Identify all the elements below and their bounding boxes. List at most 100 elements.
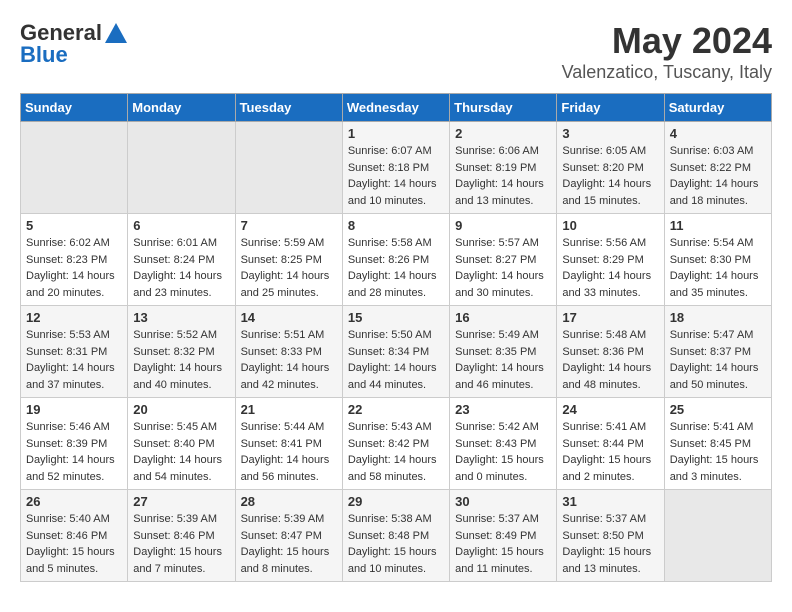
calendar-week-row: 26 Sunrise: 5:40 AM Sunset: 8:46 PM Dayli… — [21, 490, 772, 582]
day-of-week-header: Tuesday — [235, 94, 342, 122]
day-number: 24 — [562, 402, 658, 417]
day-info: Sunrise: 6:01 AM Sunset: 8:24 PM Dayligh… — [133, 235, 229, 301]
day-of-week-header: Saturday — [664, 94, 771, 122]
day-number: 7 — [241, 218, 337, 233]
calendar-cell: 13Sunrise: 5:52 AM Sunset: 8:32 PM Dayli… — [128, 306, 235, 398]
day-number: 22 — [348, 402, 444, 417]
day-info: Sunrise: 5:44 AM Sunset: 8:41 PM Dayligh… — [241, 419, 337, 485]
calendar-cell: 8 Sunrise: 5:58 AM Sunset: 8:26 PM Daylig… — [342, 214, 449, 306]
day-number: 2 — [455, 126, 551, 141]
calendar-cell: 25Sunrise: 5:41 AM Sunset: 8:45 PM Dayli… — [664, 398, 771, 490]
day-info: Sunrise: 5:41 AM Sunset: 8:44 PM Dayligh… — [562, 419, 658, 485]
calendar-header-row: SundayMondayTuesdayWednesdayThursdayFrid… — [21, 94, 772, 122]
day-info: Sunrise: 5:50 AM Sunset: 8:34 PM Dayligh… — [348, 327, 444, 393]
calendar-cell: 14 Sunrise: 5:51 AM Sunset: 8:33 PM Dayli… — [235, 306, 342, 398]
day-number: 31 — [562, 494, 658, 509]
calendar-cell: 30Sunrise: 5:37 AM Sunset: 8:49 PM Dayli… — [450, 490, 557, 582]
day-info: Sunrise: 5:41 AM Sunset: 8:45 PM Dayligh… — [670, 419, 766, 485]
day-number: 18 — [670, 310, 766, 325]
calendar-week-row: 5Sunrise: 6:02 AM Sunset: 8:23 PM Daylig… — [21, 214, 772, 306]
day-number: 14 — [241, 310, 337, 325]
calendar-cell: 12 Sunrise: 5:53 AM Sunset: 8:31 PM Dayli… — [21, 306, 128, 398]
calendar-cell: 20Sunrise: 5:45 AM Sunset: 8:40 PM Dayli… — [128, 398, 235, 490]
calendar-cell: 28 Sunrise: 5:39 AM Sunset: 8:47 PM Dayli… — [235, 490, 342, 582]
day-of-week-header: Wednesday — [342, 94, 449, 122]
calendar-week-row: 1 Sunrise: 6:07 AM Sunset: 8:18 PM Daylig… — [21, 122, 772, 214]
calendar-cell: 17 Sunrise: 5:48 AM Sunset: 8:36 PM Dayli… — [557, 306, 664, 398]
day-number: 17 — [562, 310, 658, 325]
calendar-cell — [664, 490, 771, 582]
day-info: Sunrise: 5:59 AM Sunset: 8:25 PM Dayligh… — [241, 235, 337, 301]
month-year-title: May 2024 — [562, 20, 772, 62]
calendar-cell — [235, 122, 342, 214]
calendar-cell: 19 Sunrise: 5:46 AM Sunset: 8:39 PM Dayli… — [21, 398, 128, 490]
calendar-cell: 5Sunrise: 6:02 AM Sunset: 8:23 PM Daylig… — [21, 214, 128, 306]
day-info: Sunrise: 5:58 AM Sunset: 8:26 PM Dayligh… — [348, 235, 444, 301]
day-info: Sunrise: 5:49 AM Sunset: 8:35 PM Dayligh… — [455, 327, 551, 393]
day-number: 15 — [348, 310, 444, 325]
day-info: Sunrise: 5:43 AM Sunset: 8:42 PM Dayligh… — [348, 419, 444, 485]
day-of-week-header: Monday — [128, 94, 235, 122]
day-info: Sunrise: 5:46 AM Sunset: 8:39 PM Dayligh… — [26, 419, 122, 485]
calendar-cell: 6 Sunrise: 6:01 AM Sunset: 8:24 PM Daylig… — [128, 214, 235, 306]
calendar-week-row: 19 Sunrise: 5:46 AM Sunset: 8:39 PM Dayli… — [21, 398, 772, 490]
day-number: 26 — [26, 494, 122, 509]
day-of-week-header: Friday — [557, 94, 664, 122]
day-number: 10 — [562, 218, 658, 233]
day-number: 4 — [670, 126, 766, 141]
calendar-cell: 7 Sunrise: 5:59 AM Sunset: 8:25 PM Daylig… — [235, 214, 342, 306]
logo-icon — [105, 23, 127, 43]
day-number: 11 — [670, 218, 766, 233]
day-number: 1 — [348, 126, 444, 141]
calendar-cell: 2 Sunrise: 6:06 AM Sunset: 8:19 PM Daylig… — [450, 122, 557, 214]
calendar-cell — [128, 122, 235, 214]
logo: General Blue — [20, 20, 127, 68]
day-number: 19 — [26, 402, 122, 417]
calendar-cell: 23Sunrise: 5:42 AM Sunset: 8:43 PM Dayli… — [450, 398, 557, 490]
day-number: 12 — [26, 310, 122, 325]
day-info: Sunrise: 5:37 AM Sunset: 8:49 PM Dayligh… — [455, 511, 551, 577]
calendar-cell: 4Sunrise: 6:03 AM Sunset: 8:22 PM Daylig… — [664, 122, 771, 214]
day-number: 21 — [241, 402, 337, 417]
day-number: 29 — [348, 494, 444, 509]
day-number: 28 — [241, 494, 337, 509]
day-info: Sunrise: 5:39 AM Sunset: 8:47 PM Dayligh… — [241, 511, 337, 577]
day-number: 16 — [455, 310, 551, 325]
day-info: Sunrise: 5:48 AM Sunset: 8:36 PM Dayligh… — [562, 327, 658, 393]
calendar-cell: 29 Sunrise: 5:38 AM Sunset: 8:48 PM Dayli… — [342, 490, 449, 582]
page-header: General Blue May 2024 Valenzatico, Tusca… — [20, 20, 772, 83]
calendar-cell: 10 Sunrise: 5:56 AM Sunset: 8:29 PM Dayli… — [557, 214, 664, 306]
day-info: Sunrise: 6:06 AM Sunset: 8:19 PM Dayligh… — [455, 143, 551, 209]
calendar-cell: 9Sunrise: 5:57 AM Sunset: 8:27 PM Daylig… — [450, 214, 557, 306]
day-info: Sunrise: 5:38 AM Sunset: 8:48 PM Dayligh… — [348, 511, 444, 577]
calendar-cell: 27 Sunrise: 5:39 AM Sunset: 8:46 PM Dayli… — [128, 490, 235, 582]
day-info: Sunrise: 5:53 AM Sunset: 8:31 PM Dayligh… — [26, 327, 122, 393]
calendar-cell: 22 Sunrise: 5:43 AM Sunset: 8:42 PM Dayli… — [342, 398, 449, 490]
day-info: Sunrise: 5:57 AM Sunset: 8:27 PM Dayligh… — [455, 235, 551, 301]
calendar-cell: 21 Sunrise: 5:44 AM Sunset: 8:41 PM Dayli… — [235, 398, 342, 490]
day-of-week-header: Sunday — [21, 94, 128, 122]
day-number: 6 — [133, 218, 229, 233]
day-info: Sunrise: 5:42 AM Sunset: 8:43 PM Dayligh… — [455, 419, 551, 485]
day-info: Sunrise: 5:37 AM Sunset: 8:50 PM Dayligh… — [562, 511, 658, 577]
calendar-cell: 15 Sunrise: 5:50 AM Sunset: 8:34 PM Dayli… — [342, 306, 449, 398]
day-info: Sunrise: 5:51 AM Sunset: 8:33 PM Dayligh… — [241, 327, 337, 393]
calendar-table: SundayMondayTuesdayWednesdayThursdayFrid… — [20, 93, 772, 582]
day-number: 8 — [348, 218, 444, 233]
calendar-cell: 3Sunrise: 6:05 AM Sunset: 8:20 PM Daylig… — [557, 122, 664, 214]
title-block: May 2024 Valenzatico, Tuscany, Italy — [562, 20, 772, 83]
day-info: Sunrise: 5:56 AM Sunset: 8:29 PM Dayligh… — [562, 235, 658, 301]
calendar-cell: 24 Sunrise: 5:41 AM Sunset: 8:44 PM Dayli… — [557, 398, 664, 490]
location-subtitle: Valenzatico, Tuscany, Italy — [562, 62, 772, 83]
day-info: Sunrise: 6:07 AM Sunset: 8:18 PM Dayligh… — [348, 143, 444, 209]
day-number: 13 — [133, 310, 229, 325]
calendar-week-row: 12 Sunrise: 5:53 AM Sunset: 8:31 PM Dayli… — [21, 306, 772, 398]
calendar-cell: 26 Sunrise: 5:40 AM Sunset: 8:46 PM Dayli… — [21, 490, 128, 582]
day-info: Sunrise: 5:40 AM Sunset: 8:46 PM Dayligh… — [26, 511, 122, 577]
day-info: Sunrise: 5:45 AM Sunset: 8:40 PM Dayligh… — [133, 419, 229, 485]
calendar-cell: 18Sunrise: 5:47 AM Sunset: 8:37 PM Dayli… — [664, 306, 771, 398]
day-info: Sunrise: 5:39 AM Sunset: 8:46 PM Dayligh… — [133, 511, 229, 577]
day-info: Sunrise: 6:05 AM Sunset: 8:20 PM Dayligh… — [562, 143, 658, 209]
logo-blue-text: Blue — [20, 42, 68, 68]
day-number: 27 — [133, 494, 229, 509]
